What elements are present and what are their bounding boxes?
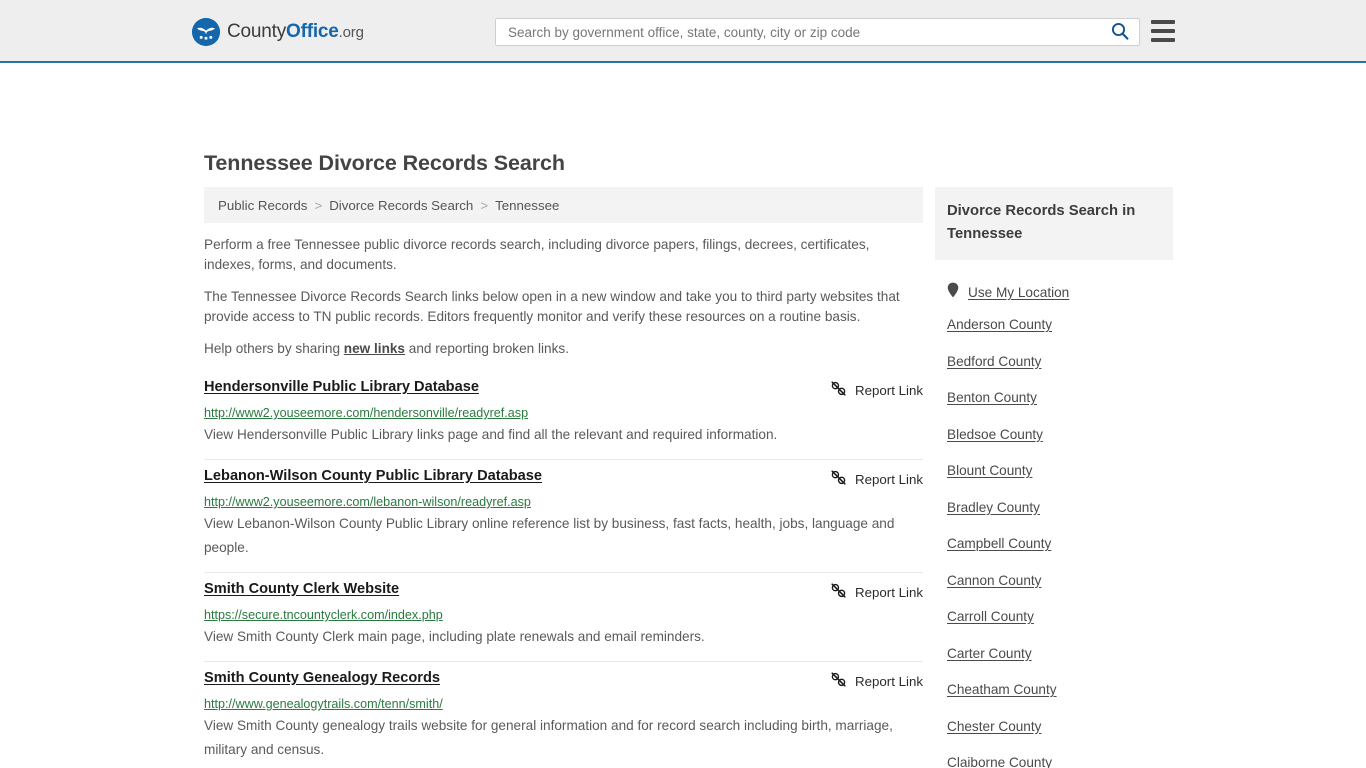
new-links-link[interactable]: new links	[344, 341, 405, 356]
result-title-link[interactable]: Hendersonville Public Library Database	[204, 379, 479, 395]
result-description: View Smith County Clerk main page, inclu…	[204, 629, 705, 644]
site-header: CountyOffice.org	[0, 0, 1366, 63]
report-link-button[interactable]: Report Link	[830, 468, 923, 489]
result-url[interactable]: http://www.genealogytrails.com/tenn/smit…	[204, 697, 923, 711]
result-description: View Hendersonville Public Library links…	[204, 427, 778, 442]
hamburger-bar	[1151, 29, 1175, 33]
logo-text-office: Office	[286, 21, 339, 42]
county-link-carroll[interactable]: Carroll County	[935, 609, 1173, 624]
result-title-link[interactable]: Lebanon-Wilson County Public Library Dat…	[204, 468, 542, 484]
intro-p3-after: and reporting broken links.	[405, 341, 569, 356]
results-list: Hendersonville Public Library Database R…	[204, 371, 923, 768]
breadcrumb-item-public-records[interactable]: Public Records	[218, 198, 307, 213]
logo-text-county: County	[227, 21, 287, 42]
result-url[interactable]: https://secure.tncountyclerk.com/index.p…	[204, 608, 923, 622]
intro-paragraph-1: Perform a free Tennessee public divorce …	[204, 237, 870, 272]
county-link-benton[interactable]: Benton County	[935, 390, 1173, 405]
result-url[interactable]: http://www2.youseemore.com/lebanon-wilso…	[204, 495, 923, 509]
page-title: Tennessee Divorce Records Search	[204, 151, 565, 175]
breadcrumb: Public Records > Divorce Records Search …	[204, 187, 923, 223]
result-header: Hendersonville Public Library Database R…	[204, 379, 923, 400]
report-link-label: Report Link	[855, 382, 923, 398]
county-link-cheatham[interactable]: Cheatham County	[935, 682, 1173, 697]
breadcrumb-item-divorce-records-search[interactable]: Divorce Records Search	[329, 198, 473, 213]
result-title-link[interactable]: Smith County Clerk Website	[204, 581, 399, 597]
report-link-button[interactable]: Report Link	[830, 670, 923, 691]
county-link-anderson[interactable]: Anderson County	[935, 317, 1173, 332]
result-url[interactable]: http://www2.youseemore.com/hendersonvill…	[204, 406, 923, 420]
logo-wordmark: CountyOffice.org	[227, 21, 364, 43]
sidebar-heading: Divorce Records Search in Tennessee	[935, 187, 1173, 260]
breadcrumb-separator: >	[314, 197, 323, 213]
result-item: Smith County Clerk Website Report Link h…	[204, 573, 923, 662]
intro-p3-before: Help others by sharing	[204, 341, 344, 356]
county-link-cannon[interactable]: Cannon County	[935, 573, 1173, 588]
result-item: Hendersonville Public Library Database R…	[204, 371, 923, 460]
report-link-button[interactable]: Report Link	[830, 379, 923, 400]
county-link-bradley[interactable]: Bradley County	[935, 500, 1173, 515]
main-content: Public Records > Divorce Records Search …	[204, 187, 923, 768]
report-link-label: Report Link	[855, 584, 923, 600]
broken-link-icon	[830, 671, 847, 691]
county-link-bledsoe[interactable]: Bledsoe County	[935, 427, 1173, 442]
search-icon	[1111, 22, 1129, 43]
county-office-seal-icon	[192, 18, 220, 46]
broken-link-icon	[830, 582, 847, 602]
result-description: View Lebanon-Wilson County Public Librar…	[204, 516, 895, 555]
result-item: Lebanon-Wilson County Public Library Dat…	[204, 460, 923, 573]
intro-text: Perform a free Tennessee public divorce …	[204, 235, 923, 359]
logo-text-org: .org	[338, 24, 364, 41]
search-input[interactable]	[496, 19, 1101, 45]
county-link-carter[interactable]: Carter County	[935, 646, 1173, 661]
report-link-label: Report Link	[855, 673, 923, 689]
result-header: Smith County Clerk Website Report Link	[204, 581, 923, 602]
broken-link-icon	[830, 380, 847, 400]
broken-link-icon	[830, 469, 847, 489]
hamburger-bar	[1151, 38, 1175, 42]
county-link-chester[interactable]: Chester County	[935, 719, 1173, 734]
menu-button[interactable]	[1151, 20, 1175, 42]
intro-paragraph-3: Help others by sharing new links and rep…	[204, 339, 923, 359]
use-my-location-button[interactable]: Use My Location	[935, 282, 1173, 303]
hamburger-bar	[1151, 20, 1175, 24]
county-link-bedford[interactable]: Bedford County	[935, 354, 1173, 369]
site-logo[interactable]: CountyOffice.org	[192, 18, 364, 46]
breadcrumb-separator: >	[480, 197, 489, 213]
county-link-campbell[interactable]: Campbell County	[935, 536, 1173, 551]
map-pin-icon	[947, 282, 959, 303]
search-bar[interactable]	[495, 18, 1140, 46]
result-header: Lebanon-Wilson County Public Library Dat…	[204, 468, 923, 489]
report-link-button[interactable]: Report Link	[830, 581, 923, 602]
county-link-blount[interactable]: Blount County	[935, 463, 1173, 478]
intro-paragraph-2: The Tennessee Divorce Records Search lin…	[204, 289, 900, 324]
county-links-list: Anderson County Bedford County Benton Co…	[935, 317, 1173, 768]
result-item: Smith County Genealogy Records Report Li…	[204, 662, 923, 768]
breadcrumb-item-tennessee: Tennessee	[495, 197, 560, 213]
use-my-location-label: Use My Location	[968, 285, 1070, 300]
result-header: Smith County Genealogy Records Report Li…	[204, 670, 923, 691]
result-title-link[interactable]: Smith County Genealogy Records	[204, 670, 440, 686]
search-button[interactable]	[1101, 19, 1139, 45]
county-link-claiborne[interactable]: Claiborne County	[935, 755, 1173, 768]
report-link-label: Report Link	[855, 471, 923, 487]
result-description: View Smith County genealogy trails websi…	[204, 718, 893, 757]
sidebar: Divorce Records Search in Tennessee Use …	[935, 187, 1173, 768]
